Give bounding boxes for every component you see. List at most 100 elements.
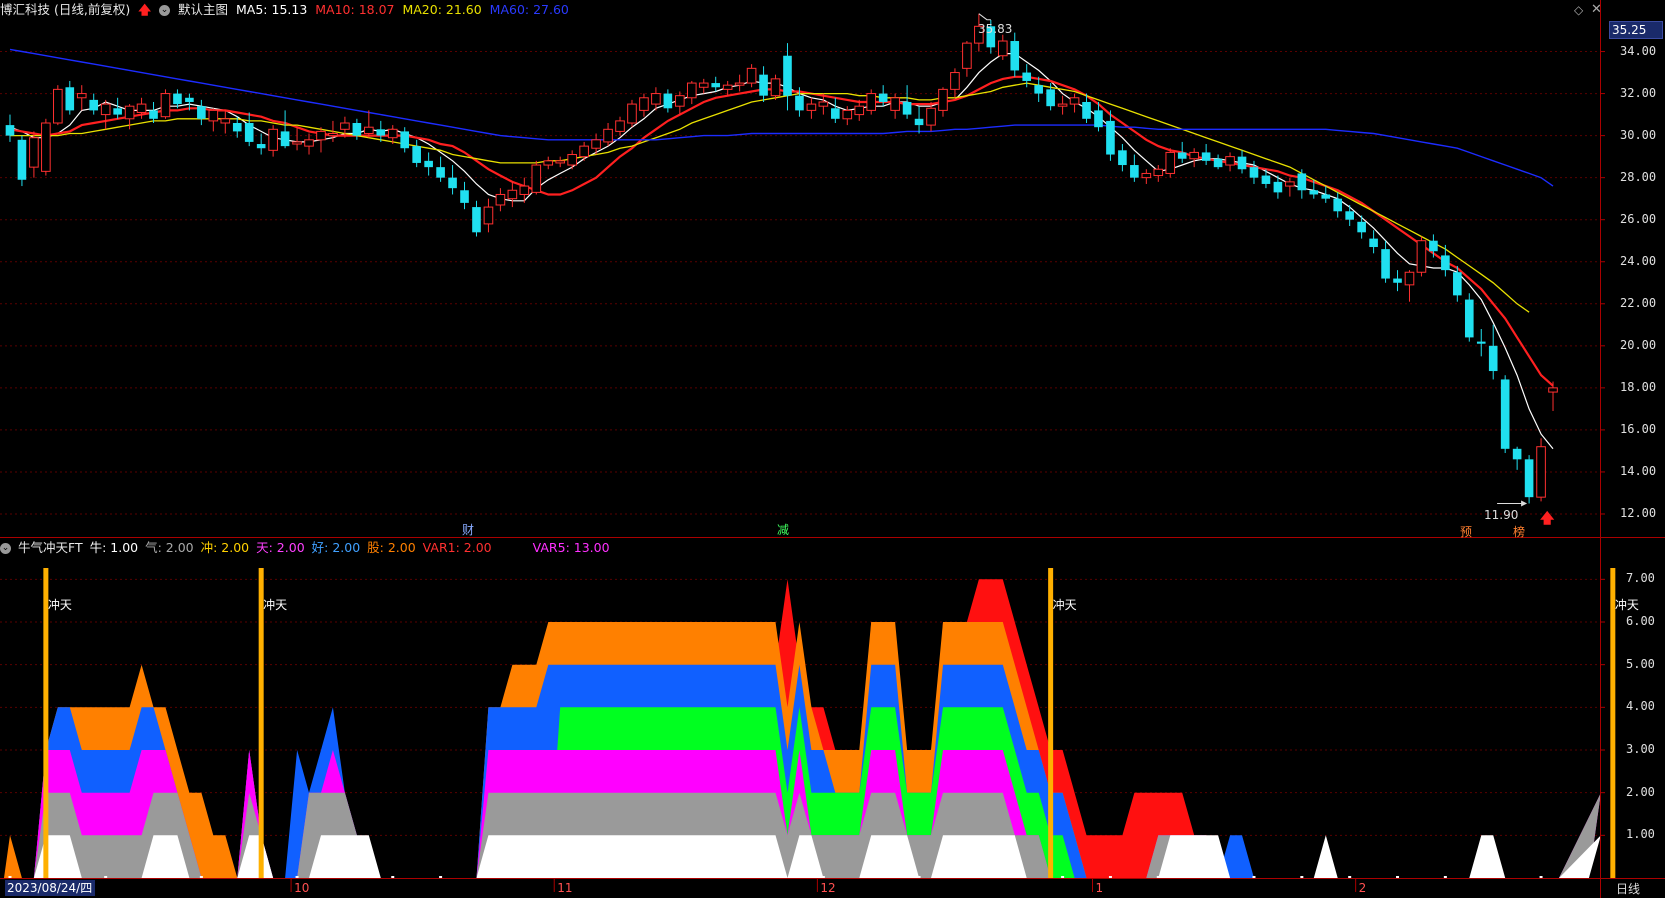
candle-body bbox=[387, 128, 398, 139]
candle-body bbox=[734, 82, 745, 86]
candle-body bbox=[531, 164, 542, 193]
chong-value: 冲: 2.00 bbox=[200, 540, 250, 555]
indicator-tick bbox=[1061, 876, 1065, 878]
indicator-name[interactable]: 牛气冲天FT bbox=[18, 540, 83, 555]
candle-body bbox=[113, 108, 122, 115]
candle-body bbox=[197, 106, 206, 119]
indicator-tick bbox=[1156, 876, 1160, 878]
candle-body bbox=[806, 103, 817, 111]
arrow-up-icon: 🡅 bbox=[1540, 511, 1555, 527]
candle-body bbox=[412, 146, 421, 163]
candle-body bbox=[472, 207, 481, 233]
candle-body bbox=[1082, 101, 1091, 119]
candle-body bbox=[711, 83, 721, 88]
candle-body bbox=[615, 120, 625, 132]
candle-body bbox=[460, 190, 469, 203]
indicator-tick-label: 7.00 bbox=[1626, 571, 1655, 586]
candle-body bbox=[543, 160, 554, 166]
indicator-tick-label: 6.00 bbox=[1626, 614, 1655, 628]
indicator-header: ⌄ 牛气冲天FT 牛: 1.00 气: 2.00 冲: 2.00 天: 2.00… bbox=[0, 538, 1600, 558]
candle-body bbox=[29, 137, 39, 168]
price-tag: 35.25 bbox=[1609, 21, 1663, 39]
candle-body bbox=[304, 139, 314, 147]
indicator-tick bbox=[534, 876, 538, 878]
indicator-tick bbox=[1539, 876, 1543, 878]
candle-body bbox=[1225, 156, 1235, 166]
indicator-tick bbox=[486, 876, 490, 878]
candle-body bbox=[878, 93, 888, 102]
candle-body bbox=[1476, 341, 1486, 344]
candle-body bbox=[698, 82, 709, 88]
candle-body bbox=[1404, 271, 1415, 286]
candle-body bbox=[1285, 181, 1295, 187]
event-bang[interactable]: 榜 bbox=[1513, 523, 1525, 540]
indicator-tick-label: 3.00 bbox=[1626, 742, 1655, 756]
candle-body bbox=[89, 99, 99, 111]
niu-value: 牛: 1.00 bbox=[89, 540, 139, 555]
candle-body bbox=[567, 154, 577, 166]
chevron-down-icon[interactable]: ⌄ bbox=[0, 543, 11, 554]
indicator-tick bbox=[56, 876, 60, 878]
candle-body bbox=[1069, 97, 1080, 105]
price-tick-label: 12.00 bbox=[1620, 505, 1657, 520]
signal-bar bbox=[1048, 568, 1054, 878]
candle-body bbox=[1333, 198, 1343, 212]
candle-body bbox=[831, 108, 840, 119]
candle-body bbox=[1357, 221, 1366, 233]
price-tick-label: 24.00 bbox=[1620, 253, 1657, 268]
candle-body bbox=[124, 105, 135, 120]
candle-body bbox=[902, 101, 912, 115]
qi-value: 气: 2.00 bbox=[145, 540, 194, 555]
event-yu[interactable]: 预 bbox=[1460, 523, 1472, 540]
candle-body bbox=[997, 40, 1008, 57]
indicator-tick bbox=[1491, 876, 1495, 878]
period-label[interactable]: 日线 bbox=[1616, 880, 1640, 897]
candle-body bbox=[1524, 459, 1534, 498]
indicator-tick-label: 5.00 bbox=[1626, 656, 1655, 671]
candle-body bbox=[1488, 345, 1498, 372]
candle-body bbox=[364, 126, 374, 135]
indicator-tick bbox=[582, 876, 586, 878]
candle-body bbox=[1309, 190, 1319, 195]
candle-body bbox=[185, 97, 194, 102]
indicator-tick bbox=[726, 876, 730, 878]
price-tick-label: 14.00 bbox=[1620, 463, 1657, 478]
main-chart[interactable] bbox=[0, 0, 1665, 898]
candle-body bbox=[914, 118, 924, 126]
month-label: 11 bbox=[557, 881, 573, 895]
candle-body bbox=[1177, 152, 1187, 159]
candle-body bbox=[890, 97, 900, 111]
candle-body bbox=[173, 93, 182, 105]
candle-body bbox=[1141, 172, 1152, 179]
candle-body bbox=[854, 105, 865, 116]
price-tick-label: 28.00 bbox=[1620, 169, 1657, 184]
candle-body bbox=[1153, 168, 1164, 177]
indicator-tick-label: 4.00 bbox=[1626, 699, 1655, 714]
candle-body bbox=[627, 103, 637, 124]
start-date: 2023/08/24/四 bbox=[5, 880, 95, 896]
indicator-tick-label: 1.00 bbox=[1626, 827, 1655, 842]
price-tick-label: 20.00 bbox=[1620, 337, 1657, 352]
candle-body bbox=[1237, 156, 1247, 170]
signal-bar bbox=[1610, 568, 1616, 878]
candle-body bbox=[1010, 41, 1020, 71]
event-cai[interactable]: 财 bbox=[462, 521, 474, 538]
high-pointer bbox=[978, 13, 991, 21]
candle-body bbox=[76, 93, 87, 99]
candle-body bbox=[686, 82, 697, 99]
indicator-tick bbox=[678, 876, 682, 878]
candle-body bbox=[1464, 299, 1474, 338]
event-jian[interactable]: 减 bbox=[777, 521, 789, 538]
low-pointer-head bbox=[1521, 500, 1528, 507]
low-label: 11.90 bbox=[1484, 508, 1519, 522]
candle-body bbox=[842, 109, 853, 120]
indicator-tick bbox=[1252, 876, 1256, 878]
price-tick-label: 22.00 bbox=[1620, 295, 1657, 310]
candle-body bbox=[603, 128, 613, 143]
candle-body bbox=[160, 93, 171, 118]
price-tick-label: 32.00 bbox=[1620, 85, 1657, 100]
price-tick-label: 30.00 bbox=[1620, 127, 1657, 142]
price-tick-label: 18.00 bbox=[1620, 379, 1657, 394]
candle-body bbox=[1429, 240, 1438, 252]
price-tick-label: 34.00 bbox=[1620, 43, 1657, 58]
